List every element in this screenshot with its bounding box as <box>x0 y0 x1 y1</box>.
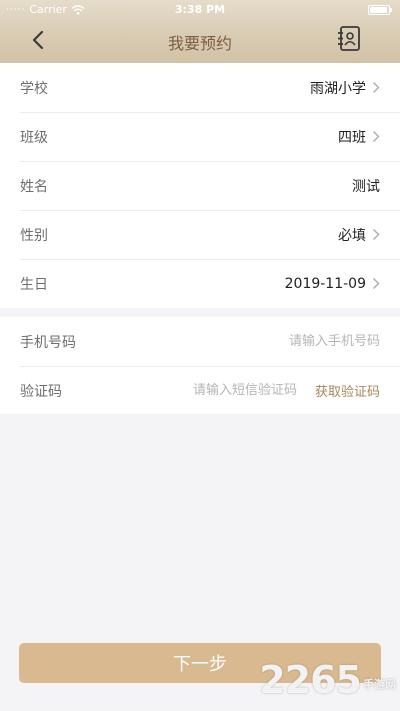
battery-icon <box>368 5 392 15</box>
navigation-bar: ····· Carrier 3:38 PM 我要预约 <box>0 0 400 63</box>
name-value-area: 测试 <box>352 176 380 196</box>
gender-row[interactable]: 性别 必填 <box>0 210 400 259</box>
name-value[interactable]: 测试 <box>352 176 380 196</box>
class-label: 班级 <box>20 129 48 146</box>
gender-value-area: 必填 <box>338 225 380 245</box>
get-code-button[interactable]: 获取验证码 <box>315 381 380 400</box>
chevron-right-icon <box>372 277 380 290</box>
class-value: 四班 <box>338 129 366 146</box>
chevron-right-icon <box>372 130 380 143</box>
watermark-text: 手游网 <box>363 678 396 691</box>
phone-row: 手机号码 <box>0 317 400 366</box>
phone-label: 手机号码 <box>20 334 76 351</box>
chevron-right-icon <box>372 228 380 241</box>
phone-verification-section: 手机号码 验证码 获取验证码 <box>0 317 400 414</box>
school-label: 学校 <box>20 80 48 97</box>
class-row[interactable]: 班级 四班 <box>0 112 400 161</box>
status-time: 3:38 PM <box>174 3 226 16</box>
phone-input[interactable] <box>180 334 380 349</box>
birthday-value-area: 2019-11-09 <box>285 276 380 292</box>
birthday-row[interactable]: 生日 2019-11-09 <box>0 259 400 308</box>
code-row: 验证码 获取验证码 <box>0 366 400 415</box>
contact-book-button[interactable] <box>336 25 362 53</box>
watermark-number: 2265 <box>259 658 362 702</box>
gender-label: 性别 <box>20 227 48 244</box>
birthday-value: 2019-11-09 <box>284 275 366 292</box>
code-label: 验证码 <box>20 383 62 400</box>
gender-value: 必填 <box>338 227 366 244</box>
name-label: 姓名 <box>20 178 48 195</box>
school-value: 雨湖小学 <box>310 80 366 97</box>
watermark-logo: 2265 手游网 <box>259 660 396 700</box>
chevron-right-icon <box>372 81 380 94</box>
class-value-area: 四班 <box>338 127 380 147</box>
name-row[interactable]: 姓名 测试 <box>0 161 400 210</box>
school-value-area: 雨湖小学 <box>310 78 380 98</box>
student-info-section: 学校 雨湖小学 班级 四班 姓名 测试 性别 必填 生日 2019-11-09 <box>0 63 400 308</box>
code-input[interactable] <box>146 383 297 398</box>
status-bar: ····· Carrier 3:38 PM <box>0 0 400 20</box>
school-row[interactable]: 学校 雨湖小学 <box>0 63 400 112</box>
birthday-label: 生日 <box>20 276 48 293</box>
contact-book-icon <box>338 26 360 51</box>
